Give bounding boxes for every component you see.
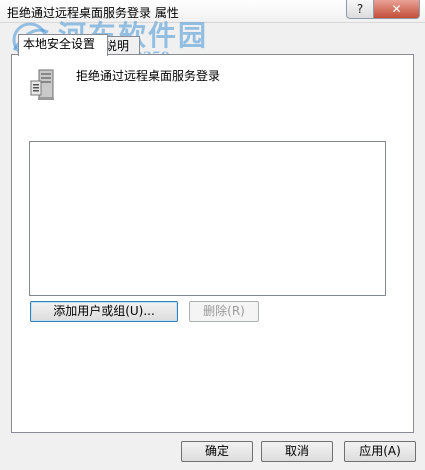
apply-button[interactable]: 应用(A) — [344, 441, 416, 462]
ok-button[interactable]: 确定 — [181, 441, 253, 462]
tab-local-security-setting[interactable]: 本地安全设置 — [18, 34, 108, 56]
tab-panel: 拒绝通过远程桌面服务登录 添加用户或组(U)... 删除(R) — [11, 54, 414, 433]
close-button[interactable]: ✕ — [373, 0, 420, 19]
help-button[interactable]: ? — [346, 0, 374, 19]
server-icon — [30, 69, 54, 100]
title-bar: 拒绝通过远程桌面服务登录 属性 ? ✕ — [0, 0, 425, 23]
add-user-or-group-button[interactable]: 添加用户或组(U)... — [30, 301, 178, 322]
window-title: 拒绝通过远程桌面服务登录 属性 — [7, 6, 179, 20]
account-list[interactable] — [29, 141, 386, 296]
policy-name: 拒绝通过远程桌面服务登录 — [76, 69, 221, 83]
remove-button[interactable]: 删除(R) — [189, 301, 259, 322]
cancel-button[interactable]: 取消 — [261, 441, 333, 462]
